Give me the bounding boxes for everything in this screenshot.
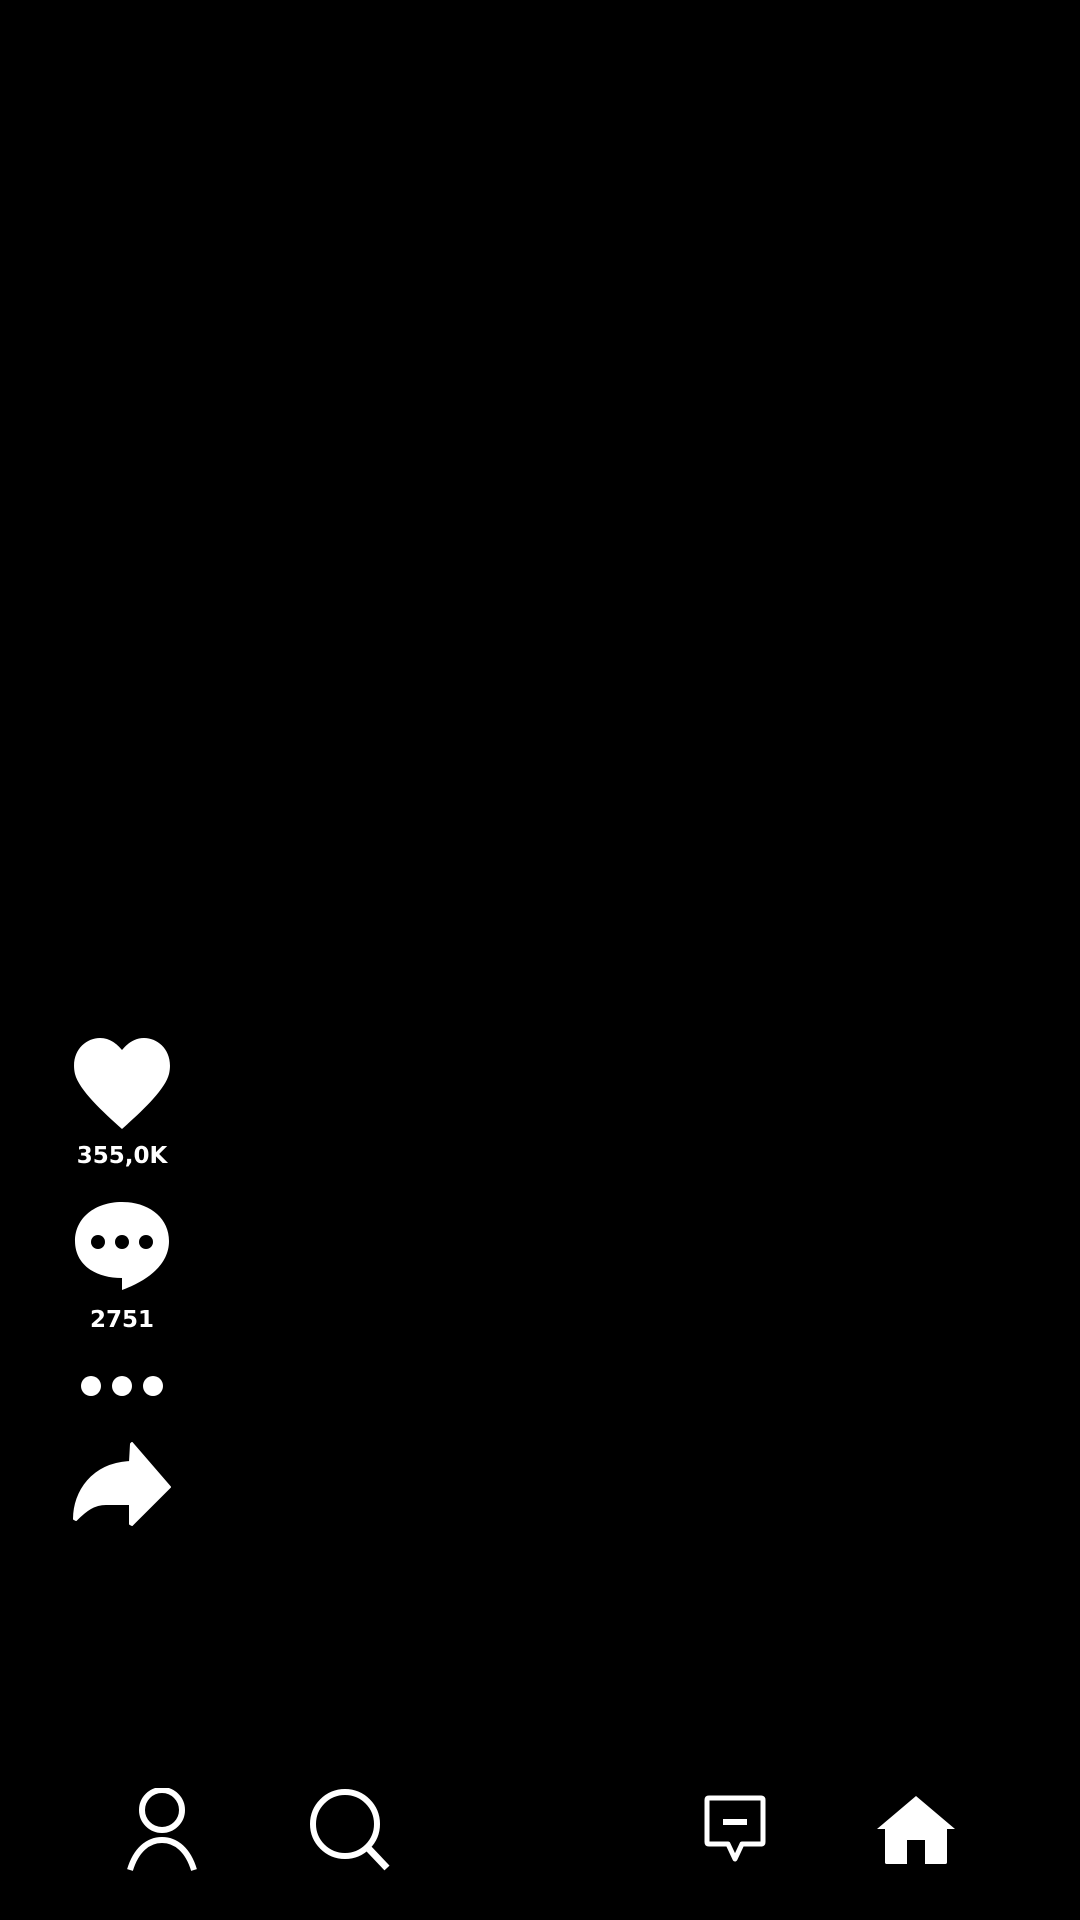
share-action bbox=[72, 1442, 172, 1528]
home-icon bbox=[877, 1796, 955, 1864]
more-options-action bbox=[72, 1374, 172, 1398]
person-icon bbox=[127, 1788, 197, 1871]
more-dots-icon[interactable] bbox=[79, 1374, 165, 1398]
search-icon bbox=[310, 1789, 390, 1871]
nav-search-button[interactable] bbox=[300, 1780, 400, 1880]
nav-home-button[interactable] bbox=[866, 1780, 966, 1880]
share-arrow-icon[interactable] bbox=[72, 1442, 172, 1528]
heart-icon[interactable] bbox=[73, 1038, 171, 1130]
like-count: 355,0K bbox=[76, 1143, 168, 1169]
like-action: 355,0K bbox=[72, 1038, 172, 1170]
bottom-navigation-bar bbox=[0, 1780, 1080, 1880]
nav-inbox-button[interactable] bbox=[685, 1780, 785, 1880]
nav-profile-button[interactable] bbox=[112, 1780, 212, 1880]
message-icon bbox=[704, 1795, 766, 1862]
comment-action: 2751 bbox=[72, 1200, 172, 1334]
comment-count: 2751 bbox=[89, 1307, 154, 1333]
comment-bubble-icon[interactable] bbox=[73, 1200, 171, 1292]
